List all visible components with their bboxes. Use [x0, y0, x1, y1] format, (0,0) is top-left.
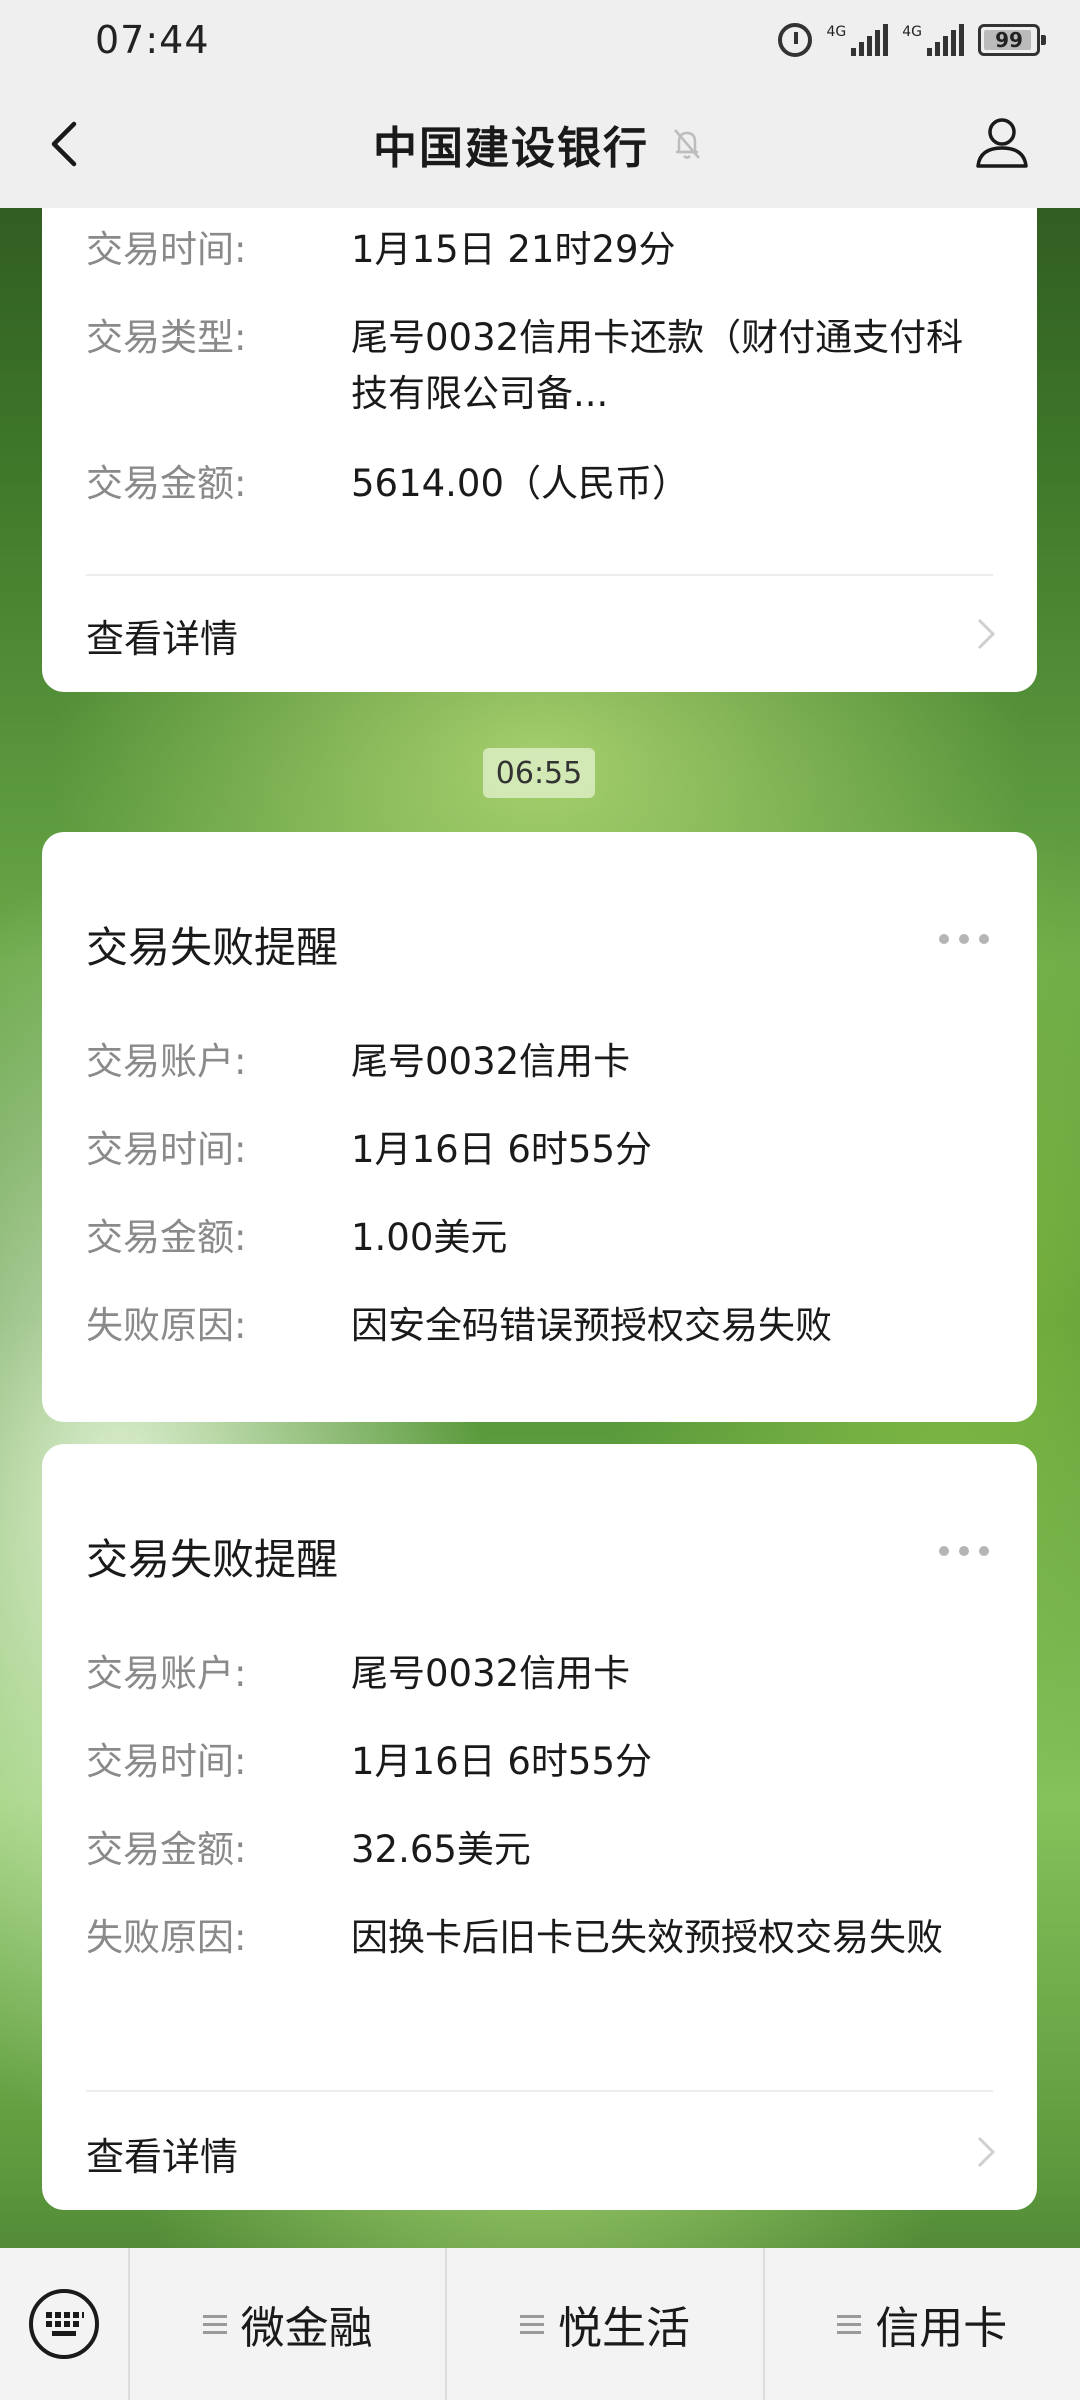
chat-header: 中国建设银行 [0, 80, 1080, 208]
menu-lines-icon [202, 2314, 227, 2334]
card-title: 交易失败提醒 [86, 1535, 339, 1584]
keyboard-icon[interactable] [26, 2286, 102, 2362]
divider [86, 2090, 993, 2092]
menu-lines-icon [519, 2314, 544, 2334]
keyboard-toggle[interactable] [0, 2248, 130, 2400]
info-key: 交易金额: [86, 1216, 247, 1259]
info-value: 因安全码错误预授权交易失败 [351, 1304, 832, 1347]
status-icons: 4G 4G 99 [778, 23, 1046, 57]
info-key: 失败原因: [86, 1916, 247, 1959]
battery-level: 99 [995, 28, 1023, 52]
mute-bell-icon [674, 129, 700, 159]
info-key: 交易金额: [86, 462, 247, 505]
more-options-icon[interactable] [939, 934, 989, 944]
card-title: 交易失败提醒 [86, 923, 339, 972]
info-key: 失败原因: [86, 1304, 247, 1347]
info-value: 因换卡后旧卡已失效预授权交易失败 [351, 1916, 943, 1959]
bottom-menu-bar: 微金融 悦生活 信用卡 [0, 2248, 1080, 2400]
signal-icon-1: 4G [826, 24, 889, 56]
more-options-icon[interactable] [939, 1546, 989, 1556]
chevron-right-icon[interactable] [973, 614, 999, 654]
info-value: 1.00美元 [351, 1216, 508, 1259]
info-row: 交易时间: 1月15日 21时29分 [86, 222, 991, 278]
info-value: 尾号0032信用卡还款（财付通支付科技有限公司备... [351, 316, 964, 415]
info-row: 交易账户: 尾号0032信用卡 [86, 1646, 991, 1702]
status-bar: 07:44 4G 4G 99 [0, 0, 1080, 80]
info-row: 失败原因: 因换卡后旧卡已失效预授权交易失败 [86, 1910, 971, 1966]
transaction-card: 交易时间: 1月15日 21时29分 交易类型: 尾号0032信用卡还款（财付通… [42, 208, 1037, 692]
info-row: 交易金额: 1.00美元 [86, 1210, 991, 1266]
info-row: 交易金额: 5614.00（人民币） [86, 456, 991, 512]
info-value: 1月16日 6时55分 [351, 1740, 653, 1783]
info-value: 1月16日 6时55分 [351, 1128, 653, 1171]
network-type-label: 4G [826, 24, 847, 40]
menu-lines-icon [837, 2314, 862, 2334]
battery-icon: 99 [978, 24, 1046, 56]
info-row: 交易账户: 尾号0032信用卡 [86, 1034, 991, 1090]
info-key: 交易金额: [86, 1828, 247, 1871]
info-value: 32.65美元 [351, 1828, 531, 1871]
info-row: 交易时间: 1月16日 6时55分 [86, 1734, 991, 1790]
back-arrow-icon[interactable] [40, 118, 92, 170]
menu-tab-xinyongka[interactable]: 信用卡 [765, 2248, 1080, 2400]
status-time: 07:44 [95, 18, 210, 62]
menu-tab-label: 信用卡 [875, 2303, 1008, 2354]
view-details-link[interactable]: 查看详情 [86, 2126, 238, 2181]
info-key: 交易账户: [86, 1040, 247, 1083]
info-value: 5614.00（人民币） [351, 462, 690, 505]
failure-alert-card: 交易失败提醒 交易账户: 尾号0032信用卡 交易时间: 1月16日 6时55分… [42, 832, 1037, 1422]
info-value: 尾号0032信用卡 [351, 1040, 631, 1083]
info-row: 交易时间: 1月16日 6时55分 [86, 1122, 991, 1178]
info-value: 尾号0032信用卡 [351, 1652, 631, 1695]
menu-tab-wei-jinrong[interactable]: 微金融 [130, 2248, 448, 2400]
info-row: 交易金额: 32.65美元 [86, 1822, 991, 1878]
chevron-right-icon[interactable] [973, 2132, 999, 2172]
alarm-icon [778, 23, 813, 57]
profile-icon[interactable] [972, 112, 1032, 172]
page-title: 中国建设银行 [373, 123, 649, 174]
signal-icon-2: 4G [902, 24, 964, 56]
menu-tab-label: 微金融 [240, 2303, 373, 2354]
info-key: 交易时间: [86, 228, 247, 271]
info-key: 交易账户: [86, 1652, 247, 1695]
info-row: 失败原因: 因安全码错误预授权交易失败 [86, 1298, 991, 1354]
network-type-label: 4G [902, 24, 922, 40]
menu-tab-label: 悦生活 [557, 2303, 690, 2354]
info-row: 交易类型: 尾号0032信用卡还款（财付通支付科技有限公司备... [86, 310, 981, 422]
view-details-link[interactable]: 查看详情 [86, 608, 238, 663]
info-key: 交易时间: [86, 1128, 247, 1171]
info-key: 交易时间: [86, 1740, 247, 1783]
info-key: 交易类型: [86, 316, 247, 359]
timestamp-badge: 06:55 [483, 748, 595, 798]
failure-alert-card: 交易失败提醒 交易账户: 尾号0032信用卡 交易时间: 1月16日 6时55分… [42, 1444, 1037, 2210]
menu-tab-yue-shenghuo[interactable]: 悦生活 [447, 2248, 765, 2400]
divider [86, 574, 993, 576]
info-value: 1月15日 21时29分 [351, 228, 676, 271]
